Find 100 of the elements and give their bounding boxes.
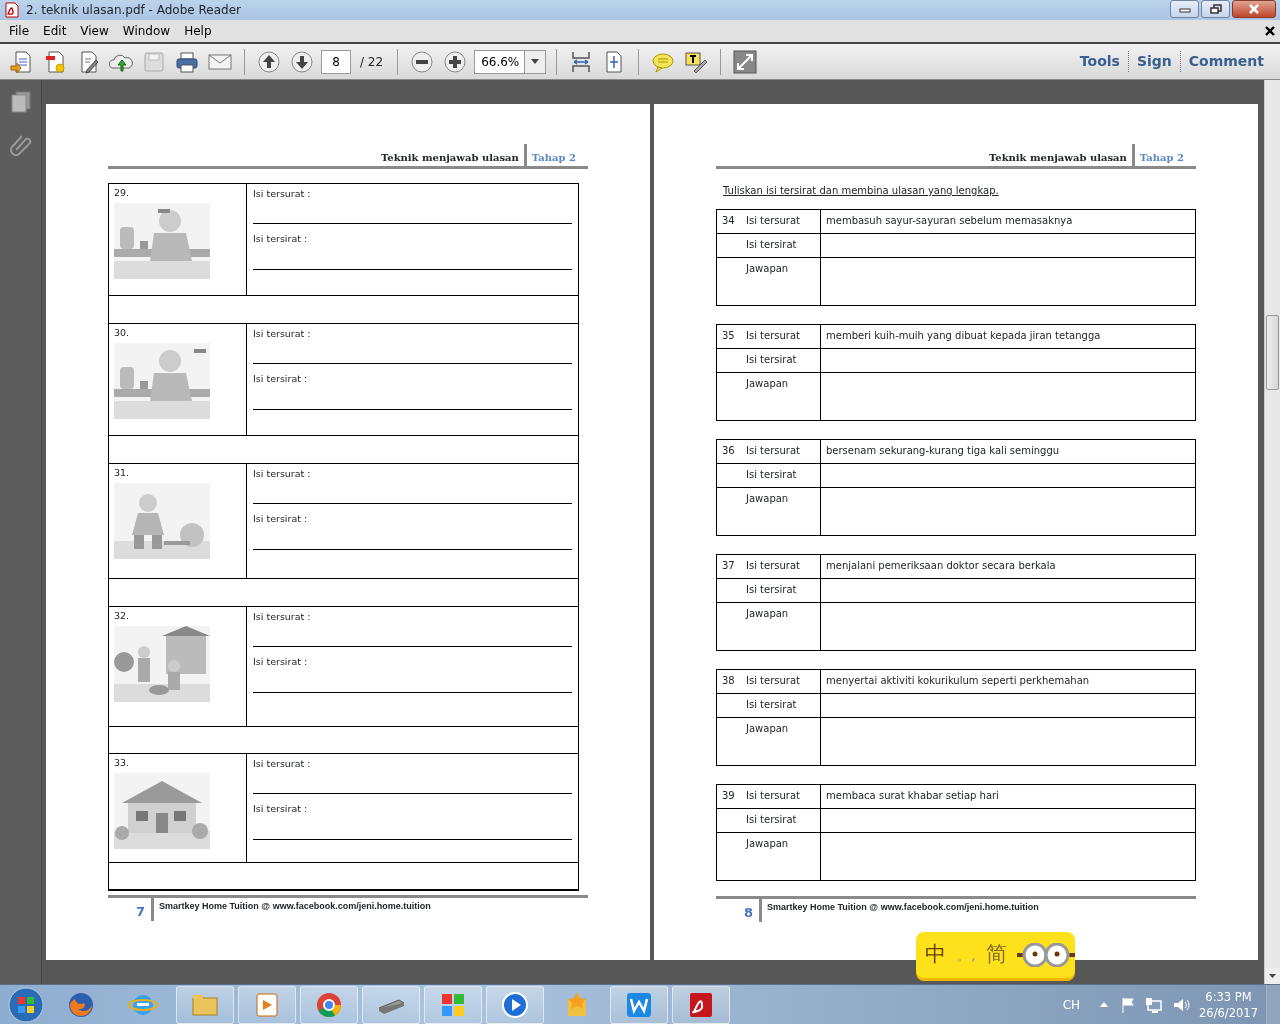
- item-number: 35: [722, 329, 736, 343]
- window-title: 2. teknik ulasan.pdf - Adobe Reader: [26, 2, 241, 19]
- taskbar-button[interactable]: [238, 985, 296, 1024]
- field-label: Isi tersirat :: [253, 372, 308, 387]
- field-label: Isi tersurat :: [253, 610, 311, 624]
- caret-icon: [1269, 974, 1276, 978]
- header-stage: Tahap 2: [1138, 151, 1184, 165]
- row-label: Isi tersirat: [746, 469, 797, 480]
- close-button[interactable]: [1232, 0, 1276, 18]
- row-label: Jawapan: [746, 263, 789, 274]
- taskbar-button[interactable]: [672, 985, 730, 1024]
- row-label: Isi tersurat: [746, 790, 800, 801]
- row-label: Jawapan: [746, 493, 789, 504]
- field-label: Isi tersurat :: [253, 757, 311, 771]
- row-label: Isi tersurat: [746, 675, 800, 686]
- row-label: Isi tersirat: [746, 584, 797, 595]
- page-number-field[interactable]: 8: [321, 49, 351, 74]
- caret-icon: [531, 59, 540, 64]
- restore-button[interactable]: [1201, 0, 1230, 18]
- network-icon[interactable]: [1145, 996, 1164, 1013]
- ime-label: 中: [925, 941, 946, 969]
- speaker-icon[interactable]: [1172, 996, 1191, 1013]
- question-number: 29.: [114, 186, 131, 200]
- minus-icon: [410, 49, 435, 74]
- field-label: Isi tersirat :: [253, 512, 308, 527]
- taskbar-button[interactable]: [610, 985, 668, 1024]
- ime-toolbar[interactable]: 中 。, 简: [916, 932, 1075, 978]
- menu-item[interactable]: Edit: [36, 22, 74, 40]
- row-label: Jawapan: [746, 723, 789, 734]
- header-stage: Tahap 2: [530, 151, 576, 165]
- printer-icon: [175, 49, 199, 74]
- close-icon: [1248, 4, 1260, 14]
- item-number: 34: [722, 214, 736, 228]
- question-number: 31.: [114, 466, 131, 480]
- taskbar-button[interactable]: [486, 985, 544, 1024]
- item-number: 37: [722, 559, 736, 573]
- document-star-icon: [43, 49, 67, 74]
- question-number: 33.: [114, 756, 131, 770]
- ime-label: 。,: [956, 944, 976, 966]
- zoom-dropdown-button[interactable]: [524, 49, 547, 74]
- row-label: Jawapan: [746, 608, 789, 619]
- pages-icon: [9, 90, 32, 114]
- menu-item[interactable]: View: [73, 22, 116, 40]
- row-label: Isi tersurat: [746, 560, 800, 571]
- item-number: 39: [722, 789, 736, 803]
- play-button-icon: [500, 989, 530, 1020]
- row-value: membaca surat khabar setiap hari: [826, 790, 999, 801]
- field-label: Isi tersurat :: [253, 187, 311, 201]
- arrow-down-icon: [290, 49, 314, 74]
- taskbar-button[interactable]: [362, 985, 420, 1024]
- page-number: 8: [716, 899, 762, 922]
- scroll-down-button[interactable]: [1265, 968, 1280, 984]
- row-value: bersenam sekurang-kurang tiga kali seminggu: [826, 445, 1060, 456]
- flag-icon[interactable]: [1120, 996, 1137, 1013]
- item-number: 36: [722, 444, 736, 458]
- taskbar-button[interactable]: [424, 985, 482, 1024]
- row-label: Jawapan: [746, 378, 789, 389]
- menu-item[interactable]: Help: [177, 22, 219, 40]
- row-value: membasuh sayur-sayuran sebelum memasaknya: [826, 215, 1073, 226]
- field-label: Isi tersirat :: [253, 802, 308, 817]
- caret-up-icon: [1100, 1002, 1109, 1007]
- ime-label: 简: [985, 941, 1007, 969]
- field-label: Isi tersurat :: [253, 327, 311, 341]
- windows-logo-icon: [8, 986, 44, 1023]
- page-count: / 22: [360, 53, 384, 71]
- row-label: Jawapan: [746, 838, 789, 849]
- menu-item[interactable]: File: [2, 22, 37, 40]
- header-title: Teknik menjawab ulasan: [380, 144, 527, 166]
- footer-text: Smartkey Home Tuition @ www.facebook.com/jeni.home.tuition: [766, 901, 1039, 914]
- row-label: Isi tersurat: [746, 215, 800, 226]
- text-pen-icon: [684, 49, 709, 74]
- item-number: 38: [722, 674, 736, 688]
- pane-tab[interactable]: Comment: [1179, 51, 1272, 72]
- zoom-field[interactable]: 66.6%: [474, 49, 525, 74]
- menu-item[interactable]: Window: [115, 22, 178, 40]
- scrollbar-thumb[interactable]: [1266, 315, 1279, 390]
- plus-icon: [443, 49, 468, 74]
- arrow-up-icon: [257, 49, 281, 74]
- field-label: Isi tersirat :: [253, 232, 308, 247]
- row-label: Isi tersirat: [746, 814, 797, 825]
- row-label: Isi tersurat: [746, 445, 800, 456]
- header-title: Teknik menjawab ulasan: [988, 144, 1135, 166]
- close-icon: [1265, 26, 1275, 36]
- row-label: Isi tersirat: [746, 354, 797, 365]
- row-value: menjalani pemeriksaan doktor secara berkala: [826, 560, 1056, 571]
- taskbar-button[interactable]: [176, 985, 234, 1024]
- pane-tab[interactable]: Sign: [1127, 51, 1180, 72]
- row-label: Isi tersirat: [746, 239, 797, 250]
- pane-tab[interactable]: Tools: [1071, 51, 1128, 72]
- footer-text: Smartkey Home Tuition @ www.facebook.com/jeni.home.tuition: [158, 900, 431, 913]
- expand-arrows-icon: [733, 49, 758, 74]
- question-number: 30.: [114, 326, 131, 340]
- clock-time: 6:33 PM: [1204, 988, 1253, 1005]
- taskbar-button[interactable]: [300, 985, 358, 1024]
- row-value: memberi kuih-muih yang dibuat kepada jiran tetangga: [826, 330, 1101, 341]
- field-label: Isi tersurat :: [253, 467, 311, 481]
- full-screen-button[interactable]: [731, 47, 760, 76]
- document-arrow-icon: [10, 49, 34, 74]
- row-label: Isi tersurat: [746, 330, 800, 341]
- row-value: menyertai aktiviti kokurikulum seperti perkhemahan: [826, 675, 1090, 686]
